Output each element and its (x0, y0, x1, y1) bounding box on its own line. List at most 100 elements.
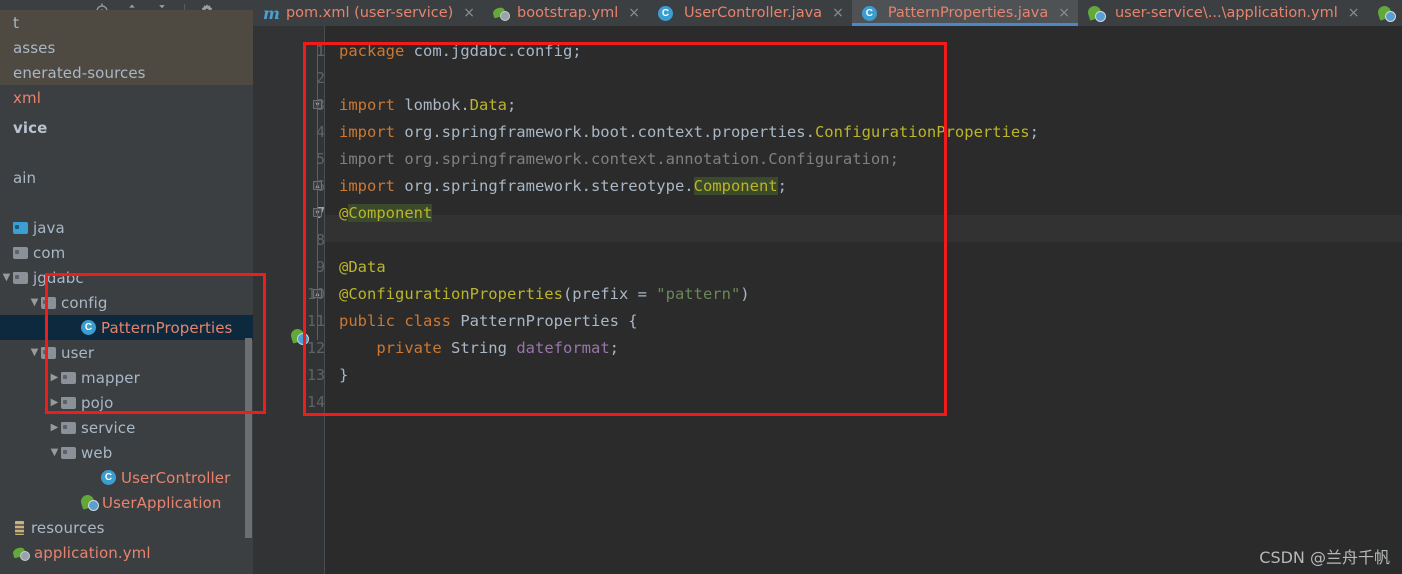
close-tab-icon[interactable]: × (463, 5, 475, 21)
tree-item-userapplication[interactable]: UserApplication (0, 490, 253, 515)
tree-scrollbar[interactable] (245, 338, 252, 538)
code-line-1[interactable]: package com.jgdabc.config; (325, 38, 1402, 65)
editor-tab-bootstrap-yml[interactable]: bootstrap.yml × (483, 0, 648, 26)
editor-tab-pom-xml-user-service[interactable]: m pom.xml (user-service) × (253, 0, 483, 26)
tree-item-label: resources (31, 518, 105, 537)
editor-tab-patternproperties-java[interactable]: C PatternProperties.java × (851, 0, 1079, 26)
editor-tab-user-service-application-yml[interactable]: user-service\...\application.yml × (1078, 0, 1368, 26)
code-token: public class (339, 312, 461, 330)
code-token: com.jgdabc.config; (413, 42, 582, 60)
spring-application-icon (81, 495, 99, 511)
tree-item-java[interactable]: java (0, 215, 253, 240)
line-number: 14 (306, 393, 325, 411)
code-line-14[interactable] (325, 389, 1402, 416)
close-tab-icon[interactable]: × (1058, 5, 1070, 21)
tree-item-user[interactable]: ▼ user (0, 340, 253, 365)
chevron-right-icon[interactable]: ▶ (48, 372, 61, 383)
chevron-down-icon[interactable]: ▼ (28, 297, 41, 308)
code-editor[interactable]: 1234567891011121314 package com.jgdabc.c… (253, 26, 1402, 574)
tree-item-label: web (81, 443, 113, 462)
chevron-right-icon[interactable]: ▶ (48, 422, 61, 433)
code-line-8[interactable] (325, 227, 1402, 254)
fold-rail (317, 43, 318, 340)
editor-tabs[interactable]: m pom.xml (user-service) × bootstrap.yml × C U… (253, 0, 1402, 26)
tree-item-jgdabc[interactable]: ▼ jgdabc (0, 265, 253, 290)
tree-item-label: enerated-sources (13, 63, 146, 82)
code-token: "pattern" (656, 285, 741, 303)
spring-bean-gutter-icon[interactable] (291, 329, 309, 345)
close-tab-icon[interactable]: × (628, 5, 640, 21)
yaml-file-icon (13, 546, 30, 561)
java-class-icon: C (101, 470, 116, 485)
tree-item-label: vice (13, 118, 48, 137)
tree-item-label: mapper (81, 368, 140, 387)
code-token: ConfigurationProperties (814, 123, 1030, 141)
watermark: CSDN @兰舟千帆 (1259, 548, 1390, 567)
tree-item-asses[interactable]: asses (0, 35, 253, 60)
tree-item-patternproperties[interactable]: C PatternProperties (0, 315, 253, 340)
tree-item-label: service (81, 418, 136, 437)
close-tab-icon[interactable]: × (832, 5, 844, 21)
code-line-13[interactable]: } (325, 362, 1402, 389)
tree-item-service[interactable]: ▶ service (0, 415, 253, 440)
tree-item-label: com (33, 243, 66, 262)
code-line-9[interactable]: @Data (325, 254, 1402, 281)
yaml-leaf-icon (493, 6, 511, 21)
close-tab-icon[interactable]: × (1348, 5, 1360, 21)
editor-tab-usercontroller-java[interactable]: C UserController.java × (648, 0, 852, 26)
code-line-3[interactable]: import lombok.Data; (325, 92, 1402, 119)
tree-item-label: ain (13, 168, 37, 187)
code-line-6[interactable]: import org.springframework.stereotype.Co… (325, 173, 1402, 200)
tree-item-pojo[interactable]: ▶ pojo (0, 390, 253, 415)
tree-item-com[interactable]: com (0, 240, 253, 265)
tree-item-enerated-sources[interactable]: enerated-sources (0, 60, 253, 85)
code-token: ) (740, 285, 750, 303)
tree-item-resources[interactable]: resources (0, 515, 253, 540)
chevron-down-icon[interactable]: ▼ (48, 447, 61, 458)
project-tree[interactable]: t asses enerated-sources xml vice ain java com ▼… (0, 10, 253, 574)
folder-icon (61, 371, 76, 384)
code-content[interactable]: package com.jgdabc.config; import lombok.… (313, 26, 1402, 574)
code-token: @Data (339, 258, 386, 276)
tree-item-label: user (61, 343, 95, 362)
code-line-11[interactable]: public class PatternProperties { (325, 308, 1402, 335)
code-line-10[interactable]: @ConfigurationProperties(prefix = "patte… (325, 281, 1402, 308)
tree-item-config[interactable]: ▼ config (0, 290, 253, 315)
tree-item-xml[interactable]: xml (0, 85, 253, 110)
tree-item-label: t (13, 13, 19, 32)
code-line-2[interactable] (325, 65, 1402, 92)
java-class-icon: C (861, 5, 877, 21)
code-token: String (450, 339, 507, 357)
code-token: PatternProperties (460, 312, 619, 330)
tree-item-ain[interactable]: ain (0, 165, 253, 190)
editor-tab-overflow[interactable] (1368, 0, 1402, 26)
tree-item-mapper[interactable]: ▶ mapper (0, 365, 253, 390)
code-line-7[interactable]: @Component (325, 200, 1402, 227)
code-line-5[interactable]: import org.springframework.context.annot… (325, 146, 1402, 173)
folder-icon (13, 271, 28, 284)
tree-item-application-yml[interactable]: application.yml (0, 540, 253, 565)
tree-item-web[interactable]: ▼ web (0, 440, 253, 465)
editor-tab-label: PatternProperties.java (887, 5, 1049, 21)
project-tool-window: t asses enerated-sources xml vice ain java com ▼… (0, 0, 253, 574)
code-token: Component (348, 204, 433, 222)
code-line-12[interactable]: private String dateformat; (325, 335, 1402, 362)
code-token: org.springframework.stereotype. (404, 177, 694, 195)
tree-item-label: java (33, 218, 65, 237)
tree-item-vice[interactable]: vice (0, 115, 253, 140)
folder-icon (41, 346, 56, 359)
folder-icon (61, 421, 76, 434)
code-line-4[interactable]: import org.springframework.boot.context.… (325, 119, 1402, 146)
editor-tab-label: bootstrap.yml (517, 5, 619, 21)
maven-m-icon: m (263, 3, 280, 23)
spring-yaml-icon (1088, 6, 1106, 22)
code-token: Data (469, 96, 507, 114)
chevron-down-icon[interactable]: ▼ (28, 347, 41, 358)
code-token: ; (1029, 123, 1039, 141)
tree-item-usercontroller[interactable]: C UserController (0, 465, 253, 490)
code-token: ; (777, 177, 787, 195)
chevron-down-icon[interactable]: ▼ (0, 272, 13, 283)
tree-item-t[interactable]: t (0, 10, 253, 35)
chevron-right-icon[interactable]: ▶ (48, 397, 61, 408)
